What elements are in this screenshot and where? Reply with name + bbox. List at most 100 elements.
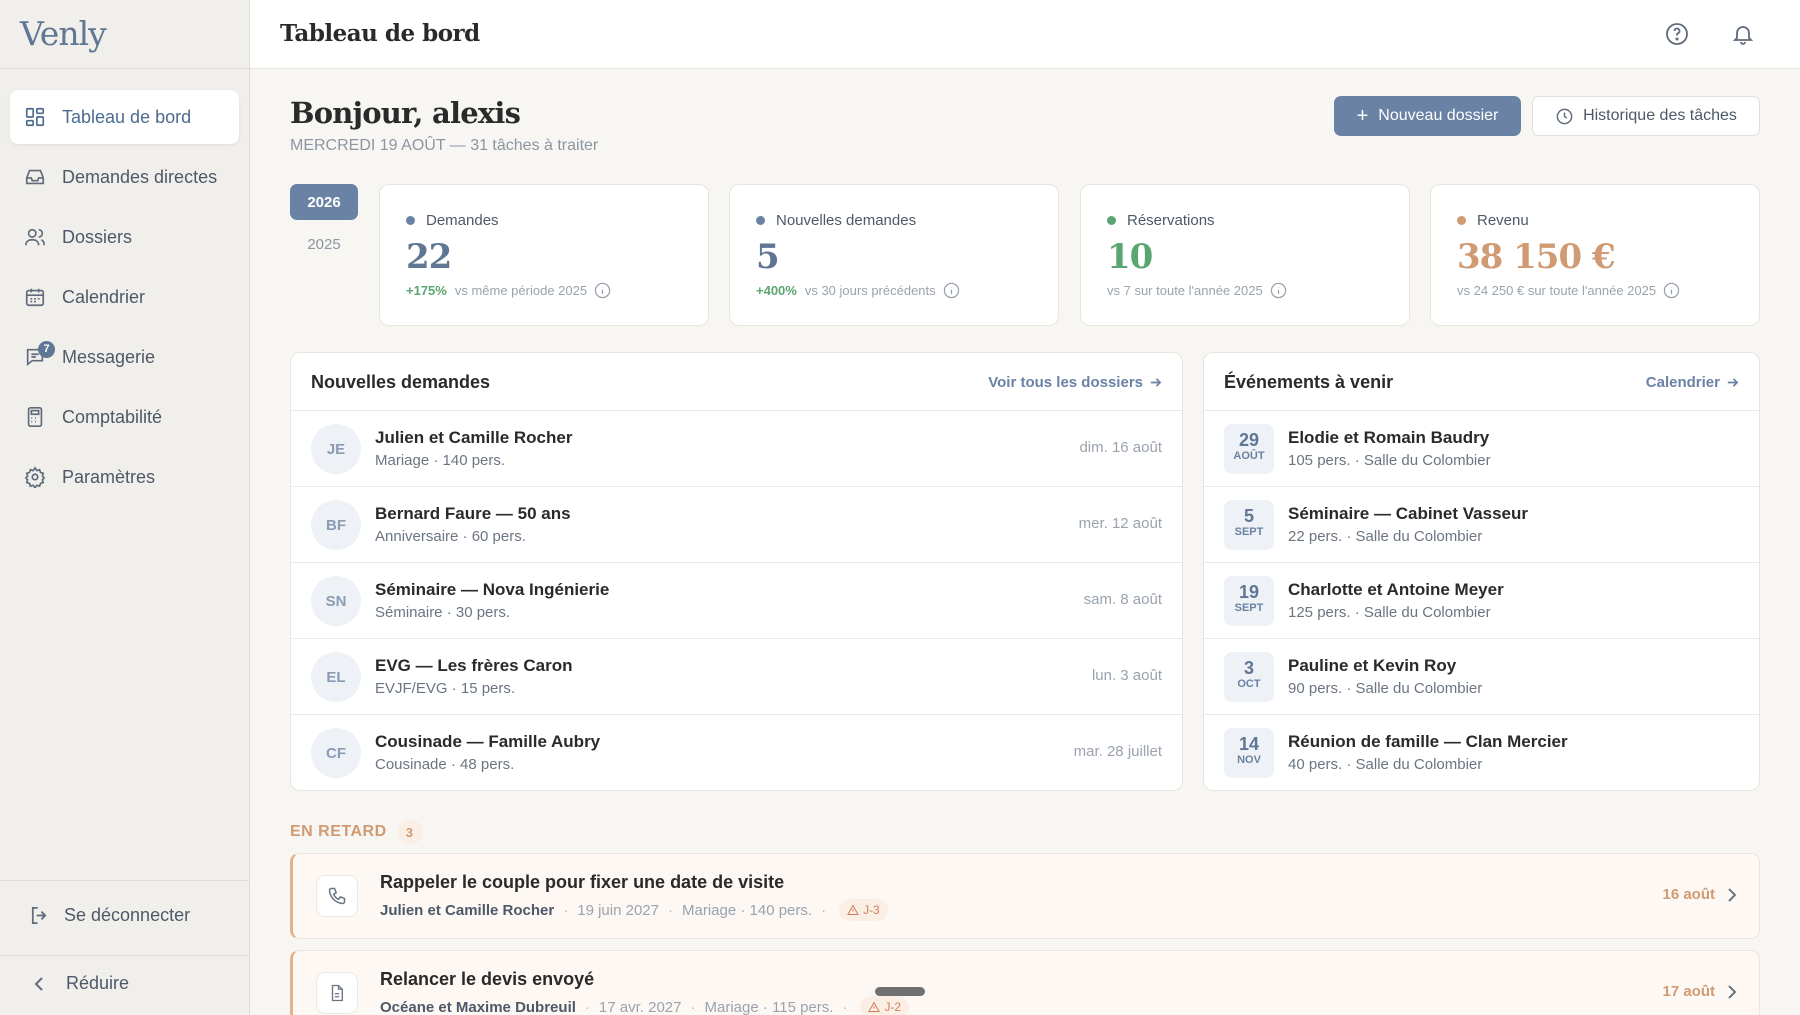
drag-handle[interactable]	[875, 987, 925, 996]
stat-note-text: vs 7 sur toute l'année 2025	[1107, 283, 1263, 298]
stat-card-bookings: Réservations 10 vs 7 sur toute l'année 2…	[1080, 184, 1410, 326]
list-item[interactable]: EL EVG — Les frères Caron EVJF/EVG · 15 …	[291, 639, 1182, 715]
request-date: dim. 16 août	[1079, 439, 1162, 456]
sidebar-item-messages[interactable]: 7 Messagerie	[10, 330, 239, 384]
new-file-button[interactable]: + Nouveau dossier	[1334, 96, 1521, 136]
stat-percent: +175%	[406, 283, 447, 298]
sidebar-item-calendar[interactable]: Calendrier	[10, 270, 239, 324]
phone-icon	[328, 887, 346, 905]
list-item[interactable]: JE Julien et Camille Rocher Mariage · 14…	[291, 411, 1182, 487]
request-date: lun. 3 août	[1091, 667, 1162, 684]
info-icon[interactable]	[1663, 282, 1680, 299]
new-requests-panel: Nouvelles demandes Voir tous les dossier…	[290, 352, 1183, 791]
warning-icon	[868, 1001, 881, 1012]
status-dot	[756, 216, 765, 225]
stat-note: vs 7 sur toute l'année 2025	[1107, 282, 1287, 299]
sidebar-item-files[interactable]: Dossiers	[10, 210, 239, 264]
message-count-badge: 7	[38, 341, 55, 358]
separator: ·	[821, 901, 827, 919]
sidebar-item-accounting[interactable]: Comptabilité	[10, 390, 239, 444]
request-name: EVG — Les frères Caron	[375, 656, 573, 675]
event-day: 19	[1238, 582, 1260, 602]
info-icon[interactable]	[1270, 282, 1287, 299]
stat-note-text: vs 24 250 € sur toute l'année 2025	[1457, 283, 1657, 298]
sidebar-item-label: Dossiers	[62, 226, 133, 247]
request-date: mar. 28 juillet	[1073, 743, 1162, 760]
top-bar: Tableau de bord	[250, 0, 1800, 69]
bell-icon[interactable]	[1731, 22, 1755, 46]
plus-icon: +	[1356, 105, 1369, 127]
sidebar-item-dashboard[interactable]: Tableau de bord	[10, 90, 239, 144]
logout-label: Se déconnecter	[64, 905, 191, 925]
list-item[interactable]: BF Bernard Faure — 50 ans Anniversaire ·…	[291, 487, 1182, 563]
event-day: 3	[1243, 658, 1254, 678]
task-detail: Mariage · 140 pers.	[681, 901, 813, 919]
overdue-task[interactable]: Relancer le devis envoyé Océane et Maxim…	[290, 950, 1760, 1015]
task-due-date: 17 août	[1662, 983, 1737, 1000]
list-item[interactable]: 14 NOV Réunion de famille — Clan Mercier …	[1204, 715, 1759, 790]
task-icon-box	[316, 875, 358, 917]
separator: ·	[667, 901, 673, 919]
sidebar-item-label: Comptabilité	[62, 406, 163, 427]
upcoming-events-panel: Événements à venir Calendrier 29 AOÛT Elo…	[1203, 352, 1760, 791]
event-month: SEPT	[1234, 526, 1264, 538]
avatar: SN	[311, 576, 361, 626]
overdue-heading: EN RETARD 3	[290, 820, 423, 844]
help-icon[interactable]	[1665, 22, 1689, 46]
stat-label: Revenu	[1457, 212, 1529, 229]
task-meta: Julien et Camille Rocher · 19 juin 2027 …	[380, 899, 888, 921]
dashboard-icon	[25, 107, 45, 127]
panel-header: Événements à venir Calendrier	[1204, 353, 1759, 411]
list-item[interactable]: 29 AOÛT Elodie et Romain Baudry 105 pers.…	[1204, 411, 1759, 487]
request-detail: Cousinade · 48 pers.	[375, 756, 515, 773]
stat-note-text: vs 30 jours précédents	[804, 283, 936, 298]
logout-button[interactable]: Se déconnecter	[28, 904, 190, 927]
status-dot	[1107, 216, 1116, 225]
task-icon-box	[316, 972, 358, 1014]
event-detail: 105 pers. · Salle du Colombier	[1288, 452, 1491, 469]
calendar-link[interactable]: Calendrier	[1646, 374, 1739, 391]
avatar: CF	[311, 728, 361, 778]
arrow-right-icon	[1150, 378, 1162, 387]
view-all-files-link[interactable]: Voir tous les dossiers	[988, 374, 1162, 391]
request-detail: Anniversaire · 60 pers.	[375, 528, 526, 545]
app-logo[interactable]: Venly	[20, 14, 107, 53]
avatar: BF	[311, 500, 361, 550]
sidebar-item-settings[interactable]: Paramètres	[10, 450, 239, 504]
year-2026-toggle[interactable]: 2026	[290, 184, 358, 220]
link-label: Voir tous les dossiers	[988, 374, 1143, 391]
event-date-badge: 29 AOÛT	[1224, 424, 1274, 474]
list-item[interactable]: 19 SEPT Charlotte et Antoine Meyer 125 pe…	[1204, 563, 1759, 639]
link-label: Calendrier	[1645, 374, 1720, 391]
overdue-task[interactable]: Rappeler le couple pour fixer une date d…	[290, 853, 1760, 939]
list-item[interactable]: 5 SEPT Séminaire — Cabinet Vasseur 22 per…	[1204, 487, 1759, 563]
list-item[interactable]: CF Cousinade — Famille Aubry Cousinade ·…	[291, 715, 1182, 790]
event-date-badge: 5 SEPT	[1224, 500, 1274, 550]
divider	[0, 955, 250, 956]
stat-card-new-requests: Nouvelles demandes 5 +400% vs 30 jours pr…	[729, 184, 1059, 326]
new-file-label: Nouveau dossier	[1378, 107, 1499, 124]
task-history-button[interactable]: Historique des tâches	[1532, 96, 1760, 136]
list-item[interactable]: 3 OCT Pauline et Kevin Roy 90 pers. · Sal…	[1204, 639, 1759, 715]
info-icon[interactable]	[943, 282, 960, 299]
stat-card-revenue: Revenu 38 150 € vs 24 250 € sur toute l'…	[1430, 184, 1760, 326]
stat-label-text: Demandes	[426, 212, 499, 229]
arrow-right-icon	[1727, 378, 1739, 387]
event-name: Séminaire — Cabinet Vasseur	[1288, 504, 1528, 523]
list-item[interactable]: SN Séminaire — Nova Ingénierie Séminaire…	[291, 563, 1182, 639]
stat-label-text: Réservations	[1127, 212, 1215, 229]
gear-icon	[24, 466, 46, 488]
task-title: Rappeler le couple pour fixer une date d…	[380, 872, 785, 892]
calendar-icon	[25, 288, 45, 307]
sidebar-item-label: Paramètres	[62, 466, 156, 487]
collapse-sidebar-button[interactable]: Réduire	[32, 973, 129, 994]
info-icon[interactable]	[594, 282, 611, 299]
stat-label: Demandes	[406, 212, 499, 229]
year-2025-toggle[interactable]: 2025	[290, 226, 358, 262]
request-name: Cousinade — Famille Aubry	[375, 732, 601, 751]
separator: ·	[690, 998, 696, 1015]
event-name: Charlotte et Antoine Meyer	[1288, 580, 1504, 599]
sidebar-item-direct-requests[interactable]: Demandes directes	[10, 150, 239, 204]
request-detail: Séminaire · 30 pers.	[375, 604, 511, 621]
greeting-heading: Bonjour, alexis	[290, 96, 521, 130]
